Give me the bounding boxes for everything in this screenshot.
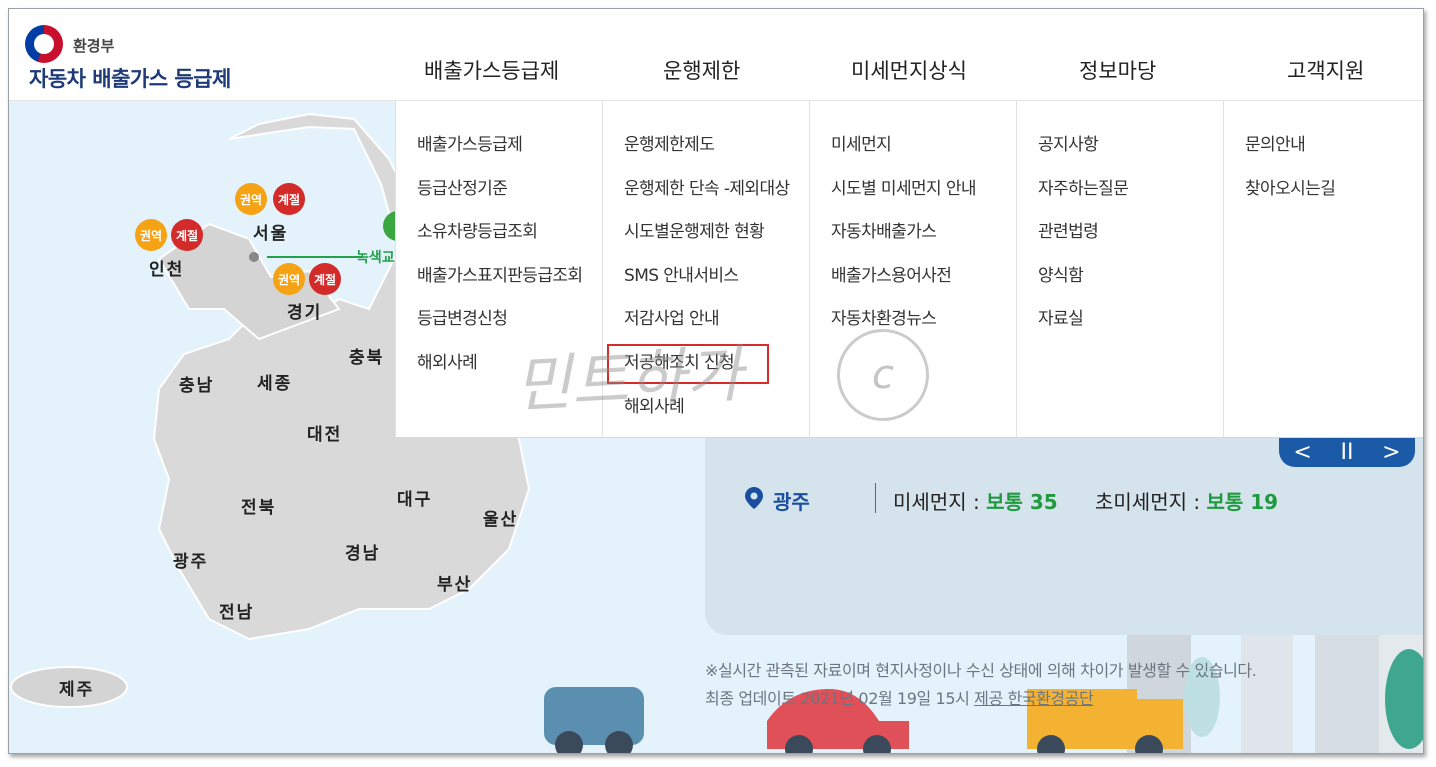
menu-fine-dust[interactable]: 미세먼지 — [810, 124, 1016, 168]
seoul-season-badge[interactable]: 계절 — [273, 183, 305, 215]
region-jeju[interactable]: 제주 — [59, 675, 94, 700]
menu-sms-service[interactable]: SMS 안내서비스 — [603, 255, 809, 299]
menu-vehicle-emissions[interactable]: 자동차배출가스 — [810, 211, 1016, 255]
ministry-name: 환경부 — [73, 37, 115, 55]
prev-button[interactable]: < — [1293, 440, 1311, 465]
pm25-reading: 초미세먼지 : 보통 19 — [1095, 486, 1278, 515]
green-zone-line — [267, 256, 363, 258]
region-jeonnam[interactable]: 전남 — [219, 598, 254, 623]
menu-faq[interactable]: 자주하는질문 — [1017, 168, 1223, 212]
watermark-text: 민트하가 — [512, 337, 745, 422]
gyeonggi-region-badge[interactable]: 권역 — [273, 263, 305, 295]
menu-col-customer-support: 문의안내 찾아오시는길 — [1223, 101, 1423, 437]
menu-owned-vehicle-lookup[interactable]: 소유차량등급조회 — [396, 211, 602, 255]
data-notice: ※실시간 관측된 자료이며 현지사정이나 수신 상태에 의해 차이가 발생할 수… — [705, 661, 1257, 680]
pause-button[interactable]: II — [1340, 440, 1353, 465]
region-jeonbuk[interactable]: 전북 — [241, 493, 276, 518]
menu-related-laws[interactable]: 관련법령 — [1017, 211, 1223, 255]
seoul-region-badge[interactable]: 권역 — [235, 183, 267, 215]
region-incheon[interactable]: 인천 — [149, 255, 184, 280]
watermark-copyright-icon: c — [837, 329, 929, 421]
data-source-link[interactable]: 제공 한국환경공단 — [974, 689, 1094, 708]
region-seoul[interactable]: 서울 — [253, 219, 288, 244]
region-daegu[interactable]: 대구 — [397, 485, 432, 510]
info-divider — [875, 483, 876, 513]
gnb-fine-dust-info[interactable]: 미세먼지상식 — [851, 55, 967, 85]
location-pin-icon — [745, 487, 763, 509]
region-gwangju[interactable]: 광주 — [173, 547, 208, 572]
menu-regional-restriction-status[interactable]: 시도별운행제한 현황 — [603, 211, 809, 255]
slide-controls: < II > — [1279, 437, 1415, 467]
incheon-season-badge[interactable]: 계절 — [171, 219, 203, 251]
menu-vehicle-env-news[interactable]: 자동차환경뉴스 — [810, 298, 1016, 342]
gnb-customer-support[interactable]: 고객지원 — [1287, 55, 1364, 85]
menu-sign-grade-lookup[interactable]: 배출가스표지판등급조회 — [396, 255, 602, 299]
menu-emission-grade[interactable]: 배출가스등급제 — [396, 124, 602, 168]
region-sejong[interactable]: 세종 — [257, 369, 292, 394]
region-gyeonggi[interactable]: 경기 — [287, 298, 322, 323]
selected-city[interactable]: 광주 — [773, 486, 810, 515]
gyeonggi-season-badge[interactable]: 계절 — [309, 263, 341, 295]
region-chungbuk[interactable]: 충북 — [349, 343, 384, 368]
pm10-label: 미세먼지 : — [893, 490, 980, 514]
menu-forms[interactable]: 양식함 — [1017, 255, 1223, 299]
gnb-emission-grade[interactable]: 배출가스등급제 — [424, 55, 559, 85]
menu-regional-dust-info[interactable]: 시도별 미세먼지 안내 — [810, 168, 1016, 212]
next-button[interactable]: > — [1382, 440, 1400, 465]
last-update: 최종 업데이트 2021년 02월 19일 15시 제공 한국환경공단 — [705, 685, 1094, 709]
region-chungnam[interactable]: 충남 — [179, 371, 214, 396]
pm10-value: 보통 35 — [986, 490, 1058, 514]
pm25-value: 보통 19 — [1206, 490, 1279, 514]
incheon-region-badge[interactable]: 권역 — [135, 219, 167, 251]
menu-enforcement-exemptions[interactable]: 운행제한 단속 -제외대상 — [603, 168, 809, 212]
menu-resources[interactable]: 자료실 — [1017, 298, 1223, 342]
site-title: 자동차 배출가스 등급제 — [29, 67, 231, 91]
pm10-reading: 미세먼지 : 보통 35 — [893, 486, 1058, 515]
browser-frame: 환경부 자동차 배출가스 등급제 배출가스등급제 운행제한 미세먼지상식 정보마… — [8, 8, 1424, 754]
menu-inquiry-guide[interactable]: 문의안내 — [1224, 124, 1423, 168]
region-daejeon[interactable]: 대전 — [307, 420, 342, 445]
menu-emission-glossary[interactable]: 배출가스용어사전 — [810, 255, 1016, 299]
gnb-driving-restriction[interactable]: 운행제한 — [663, 55, 740, 85]
menu-notices[interactable]: 공지사항 — [1017, 124, 1223, 168]
gnb-info-board[interactable]: 정보마당 — [1079, 55, 1156, 85]
region-gyeongnam[interactable]: 경남 — [345, 539, 380, 564]
menu-directions[interactable]: 찾아오시는길 — [1224, 168, 1423, 212]
update-time: 최종 업데이트 2021년 02월 19일 15시 — [705, 689, 970, 708]
taegeuk-logo-icon — [25, 25, 63, 63]
green-zone-label: 녹색교 — [356, 250, 395, 266]
pm25-label: 초미세먼지 : — [1095, 490, 1201, 514]
menu-col-info-board: 공지사항 자주하는질문 관련법령 양식함 자료실 — [1016, 101, 1223, 437]
region-ulsan[interactable]: 울산 — [483, 505, 518, 530]
region-busan[interactable]: 부산 — [437, 570, 472, 595]
menu-grade-criteria[interactable]: 등급산정기준 — [396, 168, 602, 212]
site-header: 환경부 자동차 배출가스 등급제 배출가스등급제 운행제한 미세먼지상식 정보마… — [9, 9, 1423, 101]
menu-restriction-system[interactable]: 운행제한제도 — [603, 124, 809, 168]
